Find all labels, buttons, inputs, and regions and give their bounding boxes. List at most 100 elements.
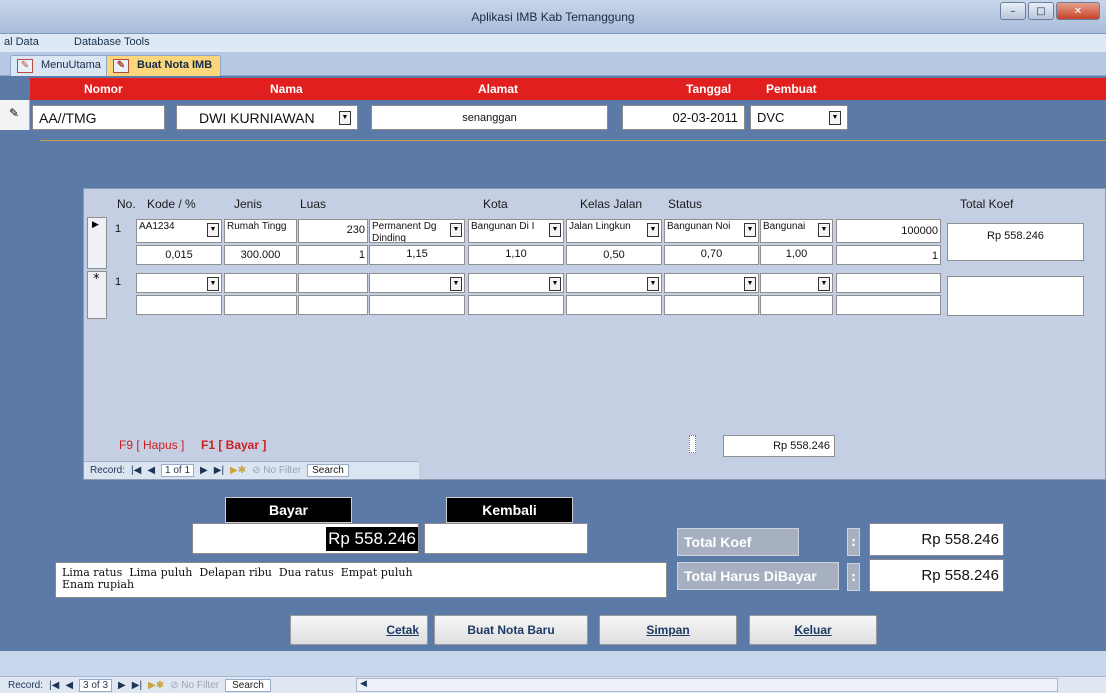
chevron-down-icon[interactable]: ▼ (339, 110, 351, 125)
close-button[interactable]: ✕ (1056, 2, 1100, 20)
header-pembuat: Pembuat (766, 82, 817, 96)
new-fungsi-select[interactable]: ▼ (760, 273, 833, 293)
last-record-icon[interactable]: ▶| (132, 680, 142, 691)
chevron-down-icon[interactable]: ▼ (450, 223, 462, 237)
record-position[interactable]: 1 of 1 (161, 464, 195, 477)
tab-menu-utama[interactable]: ✎ MenuUtama (10, 55, 110, 76)
chevron-down-icon[interactable]: ▼ (818, 223, 830, 237)
first-record-icon[interactable]: |◀ (131, 465, 141, 476)
kota-select[interactable]: Bangunan Di I ▼ (468, 219, 564, 243)
total-koef-value: Rp 558.246 (869, 523, 1004, 556)
filter-label: No Filter (181, 680, 220, 691)
search-box[interactable]: Search (225, 679, 271, 692)
nomor-field[interactable]: AA//TMG (32, 105, 165, 130)
chevron-down-icon[interactable]: ▼ (207, 277, 219, 291)
cetak-button[interactable]: Cetak (290, 615, 428, 645)
new-nilai-field[interactable] (836, 273, 941, 293)
no-filter-button[interactable]: ⊘ No Filter (170, 680, 219, 691)
record-nav-label: Record: (90, 465, 126, 476)
konstruksi-select[interactable]: Permanent Dg Dinding ▼ (369, 219, 465, 243)
chevron-down-icon[interactable]: ▼ (549, 223, 561, 237)
new-row-selector[interactable]: * (87, 271, 107, 319)
fungsi-select[interactable]: Bangunai ▼ (760, 219, 833, 243)
chevron-down-icon[interactable]: ▼ (450, 277, 462, 291)
chevron-down-icon[interactable]: ▼ (829, 110, 841, 125)
chevron-down-icon[interactable]: ▼ (549, 277, 561, 291)
new-record-icon: * (93, 272, 100, 287)
chevron-down-icon[interactable]: ▼ (647, 223, 659, 237)
no-filter-button[interactable]: ⊘ No Filter (252, 465, 301, 476)
chevron-down-icon[interactable]: ▼ (744, 223, 756, 237)
record-selector[interactable]: ✎ (0, 100, 30, 130)
buat-nota-baru-button[interactable]: Buat Nota Baru (434, 615, 588, 645)
maximize-button[interactable]: □ (1028, 2, 1054, 20)
prev-record-icon[interactable]: ◀ (65, 680, 73, 691)
new-record-icon[interactable]: ▶✱ (230, 465, 246, 476)
kembali-input[interactable] (424, 523, 588, 554)
alamat-field[interactable]: senanggan (371, 105, 608, 130)
scroll-left-icon[interactable]: ◀ (360, 678, 367, 689)
form-icon: ✎ (113, 59, 129, 73)
nama-value: DWI KURNIAWAN (199, 109, 315, 126)
document-tabs: ✎ MenuUtama ✎ Buat Nota IMB (0, 52, 1106, 76)
keluar-button[interactable]: Keluar (749, 615, 877, 645)
row-selector[interactable]: ▶ (87, 217, 107, 269)
search-box[interactable]: Search (307, 464, 349, 477)
record-position[interactable]: 3 of 3 (79, 679, 113, 692)
nama-select[interactable]: DWI KURNIAWAN ▼ (176, 105, 358, 130)
chevron-down-icon[interactable]: ▼ (818, 277, 830, 291)
new-kota-select[interactable]: ▼ (468, 273, 564, 293)
total-koef-field: Rp 558.246 (947, 223, 1084, 261)
new-jenis-harga (224, 295, 297, 315)
subtotal-field: Rp 558.246 (723, 435, 835, 457)
kode-persen: 0,015 (136, 245, 222, 265)
chevron-down-icon[interactable]: ▼ (744, 277, 756, 291)
col-kota: Kota (483, 197, 508, 211)
new-kode-select[interactable]: ▼ (136, 273, 222, 293)
simpan-button[interactable]: Simpan (599, 615, 737, 645)
new-luas-faktor (298, 295, 368, 315)
current-record-icon: ▶ (92, 220, 99, 230)
prev-record-icon[interactable]: ◀ (147, 465, 155, 476)
bayar-input[interactable]: Rp 558.246 (192, 523, 419, 554)
col-no: No. (117, 197, 136, 211)
luas-faktor: 1 (298, 245, 368, 265)
chevron-down-icon[interactable]: ▼ (207, 223, 219, 237)
menu-database-tools[interactable]: Database Tools (74, 36, 150, 48)
last-record-icon[interactable]: ▶| (214, 465, 224, 476)
window-controls: – □ ✕ (1000, 2, 1100, 20)
next-record-icon[interactable]: ▶ (118, 680, 126, 691)
new-status-koef (664, 295, 759, 315)
new-record-icon[interactable]: ▶✱ (148, 680, 164, 691)
cetak-label: Cetak (386, 623, 419, 637)
new-konstruksi-select[interactable]: ▼ (369, 273, 465, 293)
new-jenis-field[interactable] (224, 273, 297, 293)
kelas-jalan-value: Jalan Lingkun (569, 221, 631, 232)
kota-value: Bangunan Di I (471, 221, 535, 232)
nilai-field[interactable]: 100000 (836, 219, 941, 243)
first-record-icon[interactable]: |◀ (49, 680, 59, 691)
luas-field[interactable]: 230 (298, 219, 368, 243)
tanggal-field[interactable]: 02-03-2011 (622, 105, 745, 130)
pembuat-select[interactable]: DVC ▼ (750, 105, 848, 130)
horizontal-scrollbar[interactable]: ◀ (356, 678, 1058, 692)
minimize-button[interactable]: – (1000, 2, 1026, 20)
hapus-shortcut-label: F9 [ Hapus ] (119, 438, 185, 452)
new-kelas-jalan-select[interactable]: ▼ (566, 273, 662, 293)
status-select[interactable]: Bangunan Noi ▼ (664, 219, 759, 243)
detail-subform: No. Kode / % Jenis Luas Kota Kelas Jalan… (83, 188, 1106, 480)
resize-handle[interactable] (689, 435, 696, 453)
kelas-jalan-select[interactable]: Jalan Lingkun ▼ (566, 219, 662, 243)
kode-select[interactable]: AA1234 ▼ (136, 219, 222, 243)
jenis-field[interactable]: Rumah Tingg (224, 219, 297, 243)
new-status-select[interactable]: ▼ (664, 273, 759, 293)
header-alamat: Alamat (478, 82, 519, 96)
menu-external-data[interactable]: al Data (4, 36, 39, 48)
form-icon: ✎ (17, 59, 33, 73)
next-record-icon[interactable]: ▶ (200, 465, 208, 476)
edit-pencil-icon: ✎ (9, 106, 20, 120)
tab-buat-nota-imb[interactable]: ✎ Buat Nota IMB (106, 55, 222, 76)
new-luas-field[interactable] (298, 273, 368, 293)
buat-nota-baru-label: Buat Nota Baru (467, 623, 555, 637)
chevron-down-icon[interactable]: ▼ (647, 277, 659, 291)
